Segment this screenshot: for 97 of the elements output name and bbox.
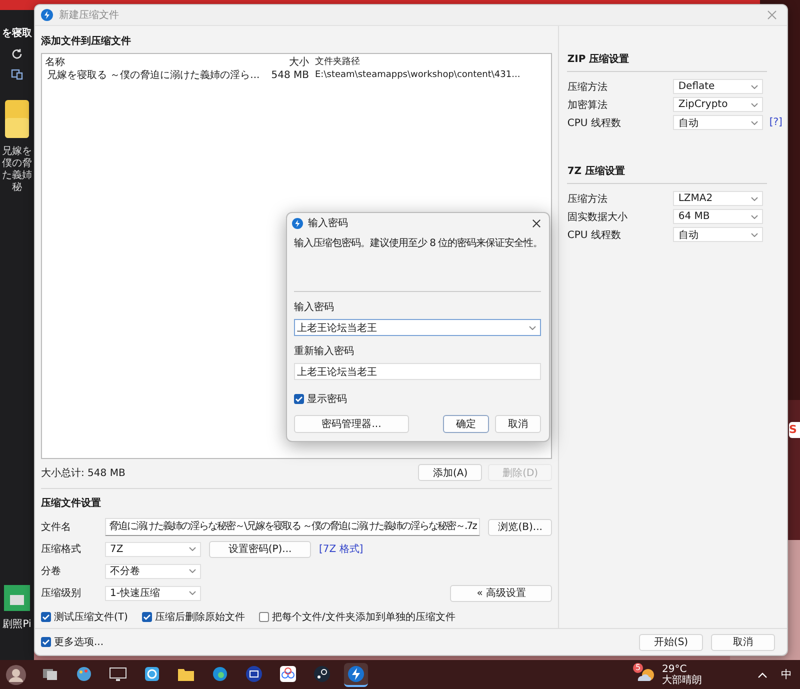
- checkbox-label[interactable]: 测试压缩文件(T): [54, 610, 128, 624]
- field-label: CPU 线程数: [567, 228, 622, 242]
- window-title: を寝取: [2, 26, 32, 40]
- checkbox-label[interactable]: 更多选项...: [54, 635, 104, 649]
- table-cell: E:\steam\steamapps\workshop\content\431...: [315, 70, 520, 80]
- dropdown[interactable]: 64 MB: [673, 209, 764, 224]
- dropdown[interactable]: LZMA2: [673, 191, 764, 206]
- total-size: 大小总计: 548 MB: [41, 466, 126, 480]
- game-icon: [313, 664, 331, 682]
- help-link[interactable]: [?]: [769, 117, 782, 128]
- dialog-message: 输入压缩包密码。建议使用至少 8 位的密码来保证安全性。: [294, 237, 543, 251]
- checkbox-label[interactable]: 显示密码: [307, 392, 347, 406]
- chevron-icon: [751, 214, 758, 218]
- password-manager-button[interactable]: 密码管理器...: [294, 415, 409, 433]
- checkbox[interactable]: [41, 637, 51, 647]
- close-icon[interactable]: [532, 218, 541, 228]
- field-label: 压缩方法: [567, 192, 608, 206]
- dialog-title: 输入密码: [308, 216, 348, 230]
- field-label: CPU 线程数: [567, 116, 622, 130]
- checkbox-label[interactable]: 把每个文件/文件夹添加到单独的压缩文件: [272, 610, 456, 624]
- dropdown[interactable]: 1-快速压缩: [105, 586, 201, 600]
- monitor-icon: [109, 664, 127, 682]
- field-label: 加密算法: [567, 98, 608, 112]
- password-field[interactable]: 上老王论坛当老王: [294, 319, 541, 336]
- file-caption: 兄嫁を: [2, 146, 32, 158]
- filename-field[interactable]: 脅迫に溺けた義姉の淫らな秘密～\兄嫁を寝取る ～僕の脅迫に溺けた義姉の淫らな秘密～.7z: [105, 518, 480, 536]
- dropdown[interactable]: 自动: [673, 227, 764, 242]
- column-header[interactable]: 大小: [257, 54, 315, 68]
- section-heading: 添加文件到压缩文件: [41, 34, 132, 48]
- field-label: 压缩格式: [41, 542, 82, 556]
- section-heading: ZIP 压缩设置: [567, 52, 768, 72]
- window-title: 新建压缩文件: [59, 8, 119, 22]
- chevron-icon: [751, 102, 758, 106]
- section-heading: 压缩文件设置: [41, 496, 102, 510]
- temperature: 29°C: [662, 664, 688, 674]
- app-icon: [4, 585, 30, 611]
- checkbox[interactable]: [294, 394, 304, 404]
- cloud-icon: [279, 664, 297, 682]
- browser-icon: [211, 664, 229, 682]
- field-label: 输入密码: [294, 300, 335, 314]
- notification-badge: 5: [633, 662, 643, 672]
- file-caption: 僕の脅: [2, 158, 32, 170]
- checkbox[interactable]: [142, 612, 152, 622]
- file-caption: 秘: [12, 182, 22, 194]
- bolt-icon: [347, 664, 365, 682]
- field-label: 分卷: [41, 565, 62, 578]
- column-header[interactable]: 名称: [45, 54, 257, 68]
- advanced-settings-button[interactable]: « 高级设置: [450, 584, 552, 602]
- avatar-icon[interactable]: [6, 664, 26, 684]
- checkbox[interactable]: [258, 612, 269, 622]
- field-label: 重新输入密码: [294, 344, 355, 358]
- side-tab[interactable]: S: [789, 422, 800, 438]
- bolt-app-button[interactable]: [344, 662, 368, 686]
- paint-icon: [75, 664, 93, 682]
- dropdown[interactable]: ZipCrypto: [673, 97, 764, 112]
- file-name[interactable]: 兄嫁を寝取る ～僕の脅迫に溺けた義姉の淫ら...: [47, 68, 260, 82]
- cancel-button[interactable]: 取消: [711, 634, 775, 650]
- dropdown[interactable]: 不分卷: [105, 564, 201, 578]
- caret-icon[interactable]: [758, 672, 767, 678]
- chevron-icon: [751, 196, 758, 200]
- devices-icon: [11, 68, 23, 80]
- chevron-icon: [751, 84, 758, 88]
- section-heading: 7Z 压缩设置: [567, 164, 768, 184]
- folder-icon: [5, 100, 29, 138]
- dropdown[interactable]: 自动: [673, 115, 764, 130]
- set-password-button[interactable]: 设置密码(P)...: [209, 540, 311, 558]
- dropdown[interactable]: Deflate: [673, 79, 764, 94]
- field-label: 文件名: [41, 520, 72, 534]
- chevron-icon: [189, 569, 196, 573]
- ok-button[interactable]: 确定: [443, 415, 489, 433]
- capture-icon: [245, 664, 263, 682]
- input-method-indicator[interactable]: 中: [781, 667, 792, 682]
- field-label: 压缩级别: [41, 586, 82, 600]
- chevron-icon: [189, 547, 196, 551]
- add-button[interactable]: 添加(A): [418, 464, 482, 481]
- refresh-icon: [11, 48, 23, 60]
- dropdown[interactable]: 7Z: [105, 542, 201, 556]
- chevron-icon: [751, 232, 758, 236]
- cancel-button[interactable]: 取消: [495, 415, 541, 433]
- chevron-icon: [529, 326, 536, 330]
- confirm-password-field[interactable]: 上老王论坛当老王: [294, 363, 541, 380]
- chevron-icon: [751, 120, 758, 124]
- start-button[interactable]: 开始(S): [639, 634, 703, 650]
- browse-button[interactable]: 浏览(B)...: [488, 518, 552, 536]
- chevron-icon: [189, 591, 196, 595]
- checkbox-label[interactable]: 压缩后删除原始文件: [154, 610, 245, 624]
- checkbox[interactable]: [41, 612, 51, 622]
- app-logo-icon: [41, 9, 53, 21]
- weather-condition: 大部晴朗: [662, 674, 702, 686]
- shortcut-label: 剧照Pi: [2, 619, 32, 630]
- field-label: 固实数据大小: [567, 210, 628, 224]
- app-logo-icon: [292, 218, 303, 228]
- file-caption: た義姉: [2, 170, 32, 182]
- field-label: 压缩方法: [567, 80, 608, 94]
- format-link[interactable]: [7Z 格式]: [319, 542, 364, 556]
- column-header[interactable]: 文件夹路径: [315, 55, 360, 68]
- remote-icon: [143, 664, 161, 682]
